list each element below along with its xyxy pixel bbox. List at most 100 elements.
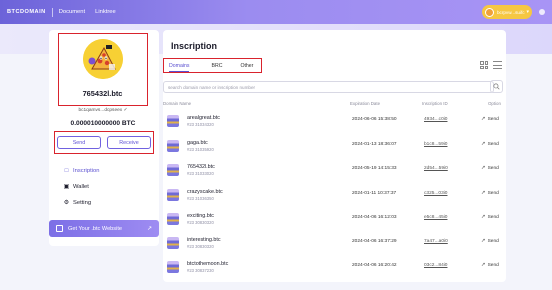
- page-title: Inscription: [171, 41, 218, 51]
- notification-icon[interactable]: [539, 9, 545, 15]
- domain-thumbnail: [167, 237, 179, 249]
- send-label: Send: [487, 190, 499, 196]
- table-row[interactable]: 765432l.btc #23 31033020 2024-05-19 14:15:…: [163, 162, 503, 184]
- inscription-id-link[interactable]: b1c8...59i0: [424, 142, 447, 147]
- menu-setting[interactable]: ⚙ Setting: [63, 199, 92, 207]
- send-label: Send: [487, 116, 499, 122]
- column-inscription-id: Inscription ID: [422, 101, 448, 106]
- shop-icon: [56, 225, 63, 232]
- domain-name[interactable]: btctothemoon.btc: [187, 261, 228, 267]
- get-website-button[interactable]: Get Your .btc Website ↗: [49, 220, 159, 237]
- table-row[interactable]: exciting.btc #23 30830320 2024-04-06 16:12…: [163, 211, 503, 233]
- tab-other[interactable]: Other: [235, 63, 258, 69]
- send-action[interactable]: ➚ Send: [481, 141, 499, 147]
- send-icon: ➚: [481, 116, 486, 122]
- inscription-tabs: Domains BRC Other: [163, 58, 262, 73]
- inscription-number: #23 30830320: [187, 220, 214, 225]
- search-input[interactable]: search domain name or inscription number: [163, 81, 494, 93]
- table-row[interactable]: crazyscake.btc #23 31036350 2024-01-11 10:…: [163, 187, 503, 209]
- send-icon: ➚: [481, 141, 486, 147]
- send-label: Send: [487, 262, 499, 268]
- table-row[interactable]: arealgreat.btc #23 31034320 2024-06-06 15:…: [163, 113, 503, 135]
- send-action[interactable]: ➚ Send: [481, 262, 499, 268]
- column-domain-name: Domain Name: [163, 101, 192, 106]
- expiration-date: 2024-04-06 16:20:42: [352, 263, 397, 268]
- cta-label: Get Your .btc Website: [68, 225, 123, 232]
- expiration-date: 2024-04-06 16:37:29: [352, 239, 397, 244]
- domain-name[interactable]: gaga.btc: [187, 140, 208, 146]
- menu-wallet[interactable]: ▣ Wallet: [63, 183, 89, 191]
- send-icon: ➚: [481, 190, 486, 196]
- gear-icon: ⚙: [63, 200, 70, 206]
- send-label: Send: [487, 141, 499, 147]
- pizza-avatar-image: [83, 39, 123, 79]
- list-view-icon[interactable]: [493, 61, 502, 69]
- wallet-address[interactable]: bc1qamvs...dcpseex ✓: [58, 108, 148, 113]
- column-option: Option: [488, 101, 501, 106]
- search-button[interactable]: [490, 80, 503, 93]
- expiration-date: 2024-01-13 18:36:07: [352, 142, 397, 147]
- table-row[interactable]: gaga.btc #23 31035920 2024-01-13 18:36:07 b…: [163, 138, 503, 160]
- tab-brc[interactable]: BRC: [206, 63, 227, 69]
- send-label: Send: [487, 238, 499, 244]
- inscription-number: #23 30837230: [187, 268, 214, 273]
- grid-view-icon[interactable]: [480, 61, 488, 69]
- expiration-date: 2024-01-11 10:37:37: [352, 191, 397, 196]
- nav-divider: [51, 7, 53, 17]
- domain-thumbnail: [167, 261, 179, 273]
- domain-name[interactable]: interesting.btc: [187, 237, 221, 243]
- menu-label-wallet: Wallet: [73, 183, 89, 190]
- domain-thumbnail: [167, 115, 179, 127]
- inscription-number: #23 30830320: [187, 244, 214, 249]
- table-row[interactable]: btctothemoon.btc #23 30837230 2024-04-06 1…: [163, 259, 503, 281]
- domain-thumbnail: [167, 213, 179, 225]
- user-menu[interactable]: bcrpvw...suifc ▾: [482, 5, 532, 19]
- wallet-icon: ▣: [63, 184, 70, 190]
- send-action[interactable]: ➚ Send: [481, 238, 499, 244]
- inscription-number: #23 31033020: [187, 171, 214, 176]
- inscription-number: #23 31034320: [187, 122, 214, 127]
- inscription-number: #23 31035920: [187, 147, 214, 152]
- search-icon: [493, 83, 500, 90]
- inscription-id-link[interactable]: 4934...c0i0: [424, 117, 447, 122]
- domain-name[interactable]: arealgreat.btc: [187, 115, 220, 121]
- send-icon: ➚: [481, 165, 486, 171]
- send-label: Send: [487, 165, 499, 171]
- send-action[interactable]: ➚ Send: [481, 214, 499, 220]
- receive-button[interactable]: Receive: [107, 136, 151, 149]
- inscription-icon: □: [64, 167, 69, 174]
- chevron-down-icon: ▾: [526, 9, 529, 15]
- inscription-id-link[interactable]: c325...03i0: [424, 191, 447, 196]
- profile-name: 765432l.btc: [82, 89, 123, 98]
- nav-linktree[interactable]: Linktree: [95, 9, 116, 15]
- menu-label-setting: Setting: [73, 199, 92, 206]
- send-action[interactable]: ➚ Send: [481, 116, 499, 122]
- inscription-id-link[interactable]: e5c8...45i0: [424, 215, 447, 220]
- external-link-icon: ↗: [146, 226, 152, 232]
- domain-thumbnail: [167, 140, 179, 152]
- inscription-id-link[interactable]: 03c2...84i0: [424, 263, 447, 268]
- inscription-number: #23 31036350: [187, 196, 214, 201]
- tab-domains[interactable]: Domains: [164, 63, 194, 72]
- wallet-actions: Send Receive: [54, 131, 154, 154]
- send-label: Send: [487, 214, 499, 220]
- inscription-id-link[interactable]: 7a47...a0i0: [424, 239, 448, 244]
- nav-document[interactable]: Document: [59, 9, 85, 15]
- domain-name[interactable]: crazyscake.btc: [187, 189, 223, 195]
- domain-name[interactable]: exciting.btc: [187, 213, 214, 219]
- send-button[interactable]: Send: [57, 136, 101, 149]
- domain-thumbnail: [167, 164, 179, 176]
- domain-thumbnail: [167, 189, 179, 201]
- send-action[interactable]: ➚ Send: [481, 190, 499, 196]
- view-toggle: [480, 61, 502, 69]
- domain-name[interactable]: 765432l.btc: [187, 164, 215, 170]
- table-row[interactable]: interesting.btc #23 30830320 2024-04-06 16…: [163, 235, 503, 257]
- column-expiration-date: Expiration Date: [350, 101, 381, 106]
- brand-logo[interactable]: BTCDOMAIN: [7, 9, 46, 15]
- send-action[interactable]: ➚ Send: [481, 165, 499, 171]
- menu-label-inscription: Inscription: [73, 167, 100, 174]
- wallet-balance: 0.000010000000 BTC: [70, 120, 136, 127]
- send-icon: ➚: [481, 238, 486, 244]
- inscription-id-link[interactable]: 2d54...59i0: [424, 166, 448, 171]
- menu-inscription[interactable]: □ Inscription: [63, 167, 100, 174]
